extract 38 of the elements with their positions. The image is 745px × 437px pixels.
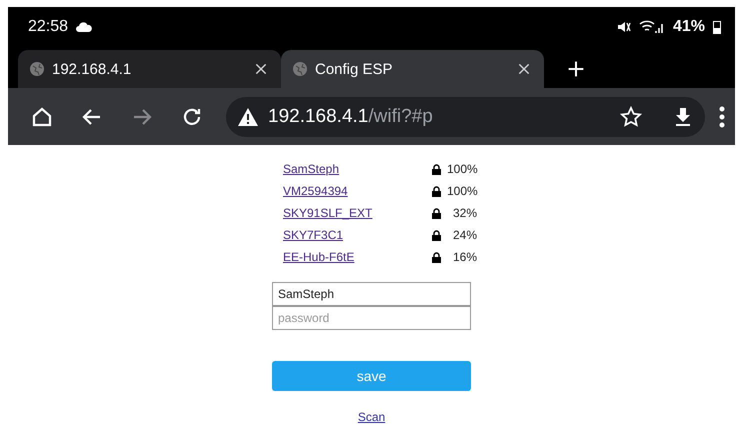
download-icon[interactable] bbox=[673, 106, 693, 128]
network-link[interactable]: SKY7F3C1 bbox=[283, 228, 432, 242]
lock-icon bbox=[432, 252, 441, 262]
ssid-field[interactable]: SamSteph bbox=[272, 282, 471, 306]
network-link[interactable]: EE-Hub-F6tE bbox=[283, 250, 432, 264]
signal-strength: 100% bbox=[447, 162, 477, 176]
scan-link[interactable]: Scan bbox=[358, 410, 386, 424]
address-bar[interactable]: 192.168.4.1/wifi?#p bbox=[226, 96, 705, 136]
tab-title: Config ESP bbox=[315, 60, 394, 78]
signal-strength: 32% bbox=[452, 206, 477, 220]
network-link[interactable]: SKY91SLF_EXT bbox=[283, 206, 432, 220]
browser-tab[interactable]: 192.168.4.1 bbox=[18, 50, 281, 88]
mute-icon bbox=[616, 20, 631, 34]
battery-icon bbox=[713, 20, 721, 34]
wifi-icon bbox=[638, 20, 665, 34]
password-field[interactable]: password bbox=[272, 306, 471, 330]
lock-icon bbox=[432, 164, 441, 174]
browser-tab[interactable]: Config ESP bbox=[281, 50, 544, 88]
network-link[interactable]: SamSteph bbox=[283, 162, 432, 176]
network-link[interactable]: VM2594394 bbox=[283, 184, 432, 198]
tab-title: 192.168.4.1 bbox=[52, 60, 132, 78]
clock-time: 22:58 bbox=[28, 18, 68, 36]
star-icon[interactable] bbox=[619, 104, 643, 128]
battery-percent: 41% bbox=[672, 18, 705, 36]
lock-icon bbox=[432, 208, 441, 218]
globe-icon bbox=[30, 62, 44, 76]
cloud-icon bbox=[76, 22, 92, 32]
signal-strength: 24% bbox=[452, 228, 477, 242]
signal-strength: 100% bbox=[447, 184, 477, 198]
url-text: 192.168.4.1/wifi?#p bbox=[268, 106, 434, 128]
menu-icon[interactable] bbox=[719, 106, 725, 128]
close-icon[interactable] bbox=[516, 61, 532, 77]
globe-icon bbox=[293, 62, 307, 76]
close-icon[interactable] bbox=[253, 61, 269, 77]
signal-strength: 16% bbox=[452, 250, 477, 264]
warning-icon bbox=[238, 108, 258, 126]
lock-icon bbox=[432, 230, 441, 240]
lock-icon bbox=[432, 186, 441, 196]
